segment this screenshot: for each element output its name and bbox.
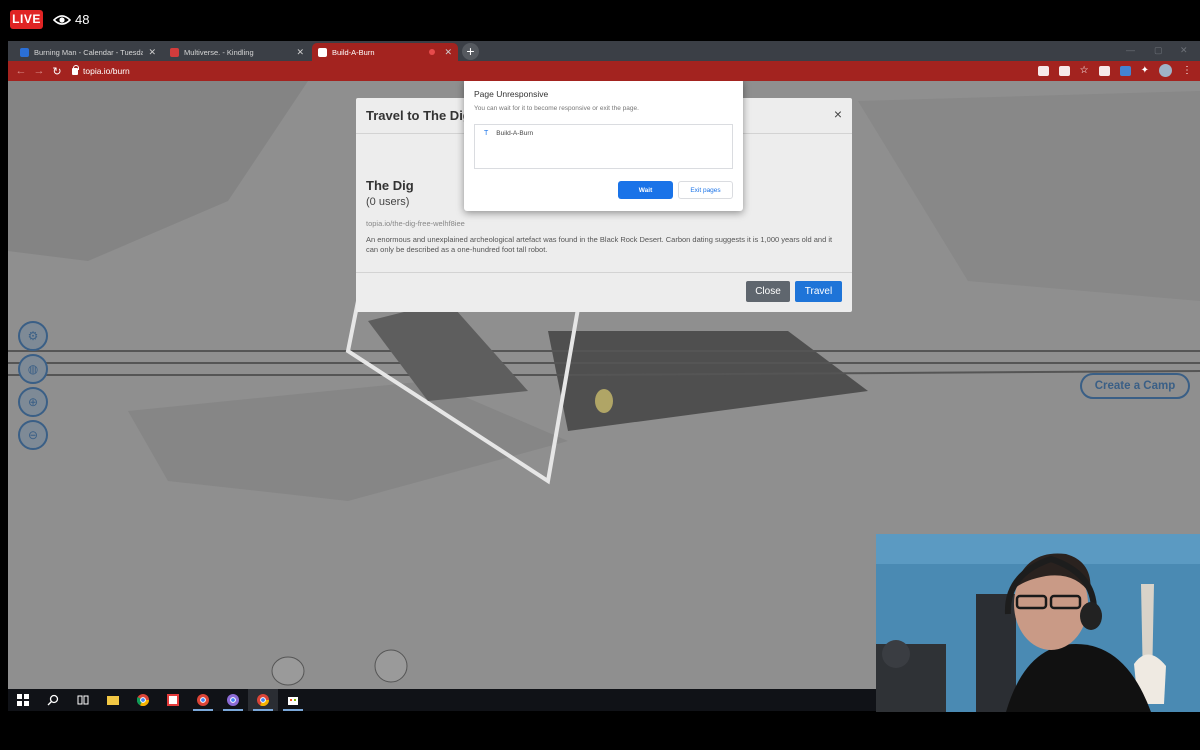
live-stream-frame: LIVE 48 Burning Man - Calendar - Tuesda … — [0, 0, 1200, 750]
tab-title: Build-A-Burn — [332, 47, 375, 57]
minimize-icon[interactable]: — — [1126, 45, 1135, 55]
chrome-active-button[interactable] — [248, 689, 278, 711]
wait-button[interactable]: Wait — [618, 181, 673, 199]
settings-gear-button[interactable]: ⚙ — [18, 321, 48, 351]
viewer-count-value: 48 — [75, 12, 90, 27]
file-explorer-button[interactable] — [98, 689, 128, 711]
chrome-profile-button[interactable] — [188, 689, 218, 711]
app-grid-button[interactable] — [158, 689, 188, 711]
file-explorer-icon — [107, 696, 119, 705]
close-tab-icon[interactable]: ✕ — [296, 47, 304, 58]
travel-button[interactable]: Travel — [795, 281, 842, 302]
dialog-subtitle: You can wait for it to become responsive… — [474, 105, 639, 112]
avatar-figure — [595, 389, 613, 413]
zoom-in-icon: ⊕ — [27, 395, 39, 409]
webcam-feed — [876, 534, 1200, 712]
topia-page-icon: T — [484, 130, 489, 137]
windows-start-button[interactable] — [8, 689, 38, 711]
forward-icon[interactable]: → — [30, 65, 48, 77]
extension-icon[interactable] — [1098, 65, 1110, 76]
zoom-extension-icon[interactable] — [1119, 65, 1131, 76]
close-tab-icon[interactable]: ✕ — [444, 47, 452, 58]
recording-dot-icon — [429, 49, 436, 55]
tab-title: Multiverse. - Kindling — [184, 47, 254, 57]
chrome-profile-2-button[interactable] — [218, 689, 248, 711]
divider — [356, 272, 852, 273]
globe-icon: ◍ — [27, 362, 39, 376]
close-button[interactable]: Close — [746, 281, 790, 302]
reload-icon[interactable]: ↻ — [48, 65, 66, 78]
tab-multiverse-kindling[interactable]: Multiverse. - Kindling ✕ — [164, 43, 310, 61]
zoom-in-button[interactable]: ⊕ — [18, 387, 48, 417]
close-window-icon[interactable]: ✕ — [1180, 45, 1188, 56]
zoom-out-icon: ⊖ — [27, 428, 39, 442]
lock-icon — [72, 64, 79, 75]
destination-user-count: (0 users) — [366, 196, 410, 208]
live-badge: LIVE — [10, 10, 43, 29]
destination-name: The Dig — [366, 178, 414, 193]
address-bar[interactable]: topia.io/burn — [72, 64, 130, 76]
menu-icon[interactable]: ⋮ — [1182, 65, 1192, 76]
page-name: Build-A-Burn — [496, 130, 534, 137]
exit-pages-button[interactable]: Exit pages — [678, 181, 733, 199]
browser-tab-strip: Burning Man - Calendar - Tuesda ✕ Multiv… — [8, 41, 1200, 61]
calendar-favicon-icon — [20, 47, 29, 57]
close-tab-icon[interactable]: ✕ — [148, 47, 156, 58]
chrome-button[interactable] — [128, 689, 158, 711]
task-view-icon — [77, 695, 89, 705]
back-icon[interactable]: ← — [12, 65, 30, 77]
chrome-icon — [137, 694, 149, 706]
search-icon — [47, 694, 59, 706]
destination-url: topia.io/the-dig-free-welhf8iee — [366, 219, 465, 228]
page-unresponsive-dialog: Page Unresponsive You can wait for it to… — [464, 81, 743, 211]
tab-title: Burning Man - Calendar - Tuesda — [34, 47, 144, 57]
windows-start-icon — [17, 694, 29, 706]
unresponsive-page-list: T Build-A-Burn — [474, 124, 733, 169]
webcam-image — [876, 534, 1200, 712]
browser-toolbar: ← → ↻ topia.io/burn ☆ ✦ ⋮ — [8, 61, 1200, 81]
search-button[interactable] — [38, 689, 68, 711]
dialog-title: Page Unresponsive — [474, 89, 549, 99]
maximize-icon[interactable]: ▢ — [1154, 45, 1163, 56]
chrome-profile-icon — [197, 694, 209, 706]
tab-burning-man-calendar[interactable]: Burning Man - Calendar - Tuesda ✕ — [14, 43, 162, 61]
new-tab-button[interactable]: + — [462, 43, 479, 60]
create-camp-button[interactable]: Create a Camp — [1080, 373, 1190, 399]
viewer-count: 48 — [53, 10, 89, 29]
bookmark-star-icon[interactable]: ☆ — [1080, 65, 1089, 76]
toolbar-actions: ☆ ✦ ⋮ — [1037, 64, 1192, 77]
app-grid-icon — [167, 694, 179, 706]
kindling-favicon-icon — [170, 47, 179, 57]
eye-icon — [53, 14, 71, 25]
chrome-active-icon — [257, 694, 269, 706]
tab-build-a-burn[interactable]: Build-A-Burn ✕ — [312, 43, 458, 61]
zoom-out-button[interactable]: ⊖ — [18, 420, 48, 450]
camera-icon[interactable] — [1037, 65, 1049, 76]
gear-icon: ⚙ — [27, 329, 39, 343]
url-text: topia.io/burn — [83, 66, 130, 76]
topia-favicon-icon — [318, 47, 327, 57]
profile-avatar[interactable] — [1159, 64, 1172, 77]
store-button[interactable] — [278, 689, 308, 711]
modal-title: Travel to The Dig — [366, 108, 471, 123]
puzzle-extensions-icon[interactable]: ✦ — [1141, 65, 1149, 76]
live-overlay: LIVE 48 — [0, 0, 1200, 40]
list-item: T Build-A-Burn — [484, 130, 533, 137]
chrome-profile-2-icon — [227, 694, 239, 706]
globe-button[interactable]: ◍ — [18, 354, 48, 384]
destination-description: An enormous and unexplained archeologica… — [366, 235, 833, 254]
store-icon — [288, 697, 298, 705]
task-view-button[interactable] — [68, 689, 98, 711]
modal-close-icon[interactable]: × — [834, 106, 842, 122]
cast-icon[interactable] — [1058, 65, 1070, 76]
